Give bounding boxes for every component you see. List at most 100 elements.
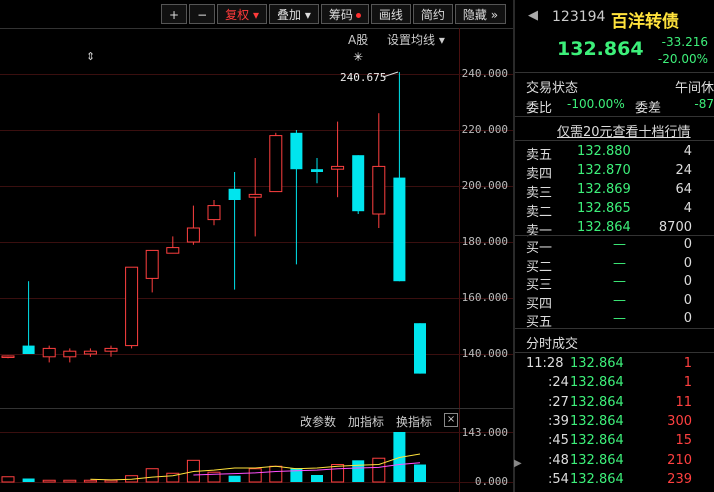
tick-time: 11:28 [526, 356, 564, 371]
volume-bar [228, 475, 241, 482]
bid-volume: 0 [683, 311, 692, 326]
price-tick: 180.000 [461, 235, 508, 248]
candle-body [248, 193, 262, 198]
divider [515, 140, 714, 141]
bid-price: — [613, 274, 626, 289]
tick-time: :24 [548, 375, 569, 391]
bid-label: 买四 [526, 296, 553, 312]
volume-bar [311, 475, 323, 482]
candle-body [290, 132, 303, 170]
bid-volume: 0 [683, 255, 692, 271]
ask-volume: 4 [683, 201, 692, 216]
weibi-label: 委比 [526, 101, 553, 116]
bid-label: 买三 [526, 278, 553, 293]
price-tick: 220.000 [461, 123, 508, 136]
candle-body [63, 350, 77, 358]
divider [515, 72, 714, 73]
tick-time: :45 [548, 433, 569, 449]
candle-body [83, 350, 97, 355]
candle-body [1, 355, 15, 358]
candle-body [228, 188, 241, 200]
bid-volume: 0 [683, 237, 692, 252]
candle-body [331, 165, 345, 170]
tick-price: 132.864 [570, 356, 624, 371]
candle-body [393, 177, 406, 282]
volume-bar [83, 479, 97, 483]
price-change: -33.216 [661, 35, 708, 49]
candle-body [352, 155, 365, 212]
tick-price: 132.864 [570, 413, 624, 429]
status-label: 交易状态 [526, 81, 579, 96]
volume-bar [414, 464, 426, 482]
divider [515, 235, 714, 236]
volume-bar [1, 476, 15, 483]
weicha-value: -87 [694, 97, 714, 111]
kline-panel: + − 复权 ▾ 叠加 ▾ 筹码 画线 简约 隐藏 » A股 设置均线 ▾ 24… [0, 0, 513, 492]
price-tick: 160.000 [461, 291, 508, 304]
ask-label: 卖五 [526, 148, 553, 163]
candle-body [269, 135, 283, 193]
ask-price: 132.865 [577, 201, 631, 216]
quote-panel: ◀ 123194 百洋转债 132.864 -33.216 -20.00% 交易… [515, 0, 714, 492]
ask-price: 132.869 [577, 182, 631, 197]
ask-volume: 4 [683, 144, 692, 159]
weibi-value: -100.00% [567, 97, 625, 111]
volume-bar [290, 468, 303, 482]
ask-label: 卖四 [526, 167, 553, 182]
ask-price: 132.880 [577, 144, 631, 159]
tick-time: :27 [548, 394, 569, 410]
tick-time: :48 [548, 452, 569, 468]
volume-bar [145, 468, 159, 483]
candle-body [186, 227, 200, 243]
vol-tick: 143.000 [461, 426, 508, 439]
tick-volume: 210 [667, 452, 692, 468]
candle-body [414, 323, 426, 374]
vol-tick: 0.000 [474, 475, 508, 488]
tick-time: :39 [548, 413, 569, 429]
yincang-label: 隐藏 [462, 8, 487, 22]
yincang-button[interactable]: 隐藏 » [454, 4, 507, 24]
tick-volume: 15 [675, 433, 692, 449]
ask-label: 卖二 [526, 205, 553, 220]
candle-body [372, 165, 386, 215]
double-chevron-icon: » [490, 8, 499, 22]
tick-volume: 1 [683, 356, 692, 371]
ticks-title: 分时成交 [526, 337, 579, 352]
promo-link[interactable]: 仅需20元查看十档行情 [557, 121, 691, 140]
status-value: 午间休 [674, 81, 714, 96]
candle-body [311, 169, 323, 172]
volume-bar [352, 460, 365, 482]
tick-time: :54 [548, 471, 569, 487]
last-price: 132.864 [557, 38, 644, 60]
bid-price: — [613, 292, 626, 308]
ask-price: 132.870 [577, 163, 631, 178]
candle-body [22, 345, 35, 354]
tick-price: 132.864 [570, 433, 624, 449]
candle-body [42, 347, 56, 358]
bid-label: 买二 [526, 259, 553, 275]
volume-bar [104, 479, 118, 483]
volume-bar [22, 478, 35, 482]
bid-price: — [613, 255, 626, 271]
volume-bar [372, 457, 386, 483]
high-pointer [382, 71, 399, 78]
tick-volume: 1 [683, 375, 692, 391]
volume-bar [42, 479, 56, 483]
chart-svg [1, 71, 426, 483]
tick-price: 132.864 [570, 375, 624, 391]
tick-price: 132.864 [570, 471, 624, 487]
candle-body [145, 249, 159, 279]
candle-body [166, 247, 180, 254]
volume-bar [248, 468, 262, 483]
back-arrow-icon[interactable]: ◀ [528, 8, 538, 23]
stock-code: 123194 [552, 9, 606, 25]
price-change-pct: -20.00% [657, 52, 708, 66]
divider [515, 352, 714, 353]
bid-volume: 0 [683, 292, 692, 308]
candle-body [104, 347, 118, 352]
bid-label: 买一 [526, 241, 553, 256]
ask-volume: 64 [675, 182, 692, 197]
candle-body [125, 266, 139, 347]
ask-label: 卖三 [526, 186, 553, 201]
divider [515, 328, 714, 329]
